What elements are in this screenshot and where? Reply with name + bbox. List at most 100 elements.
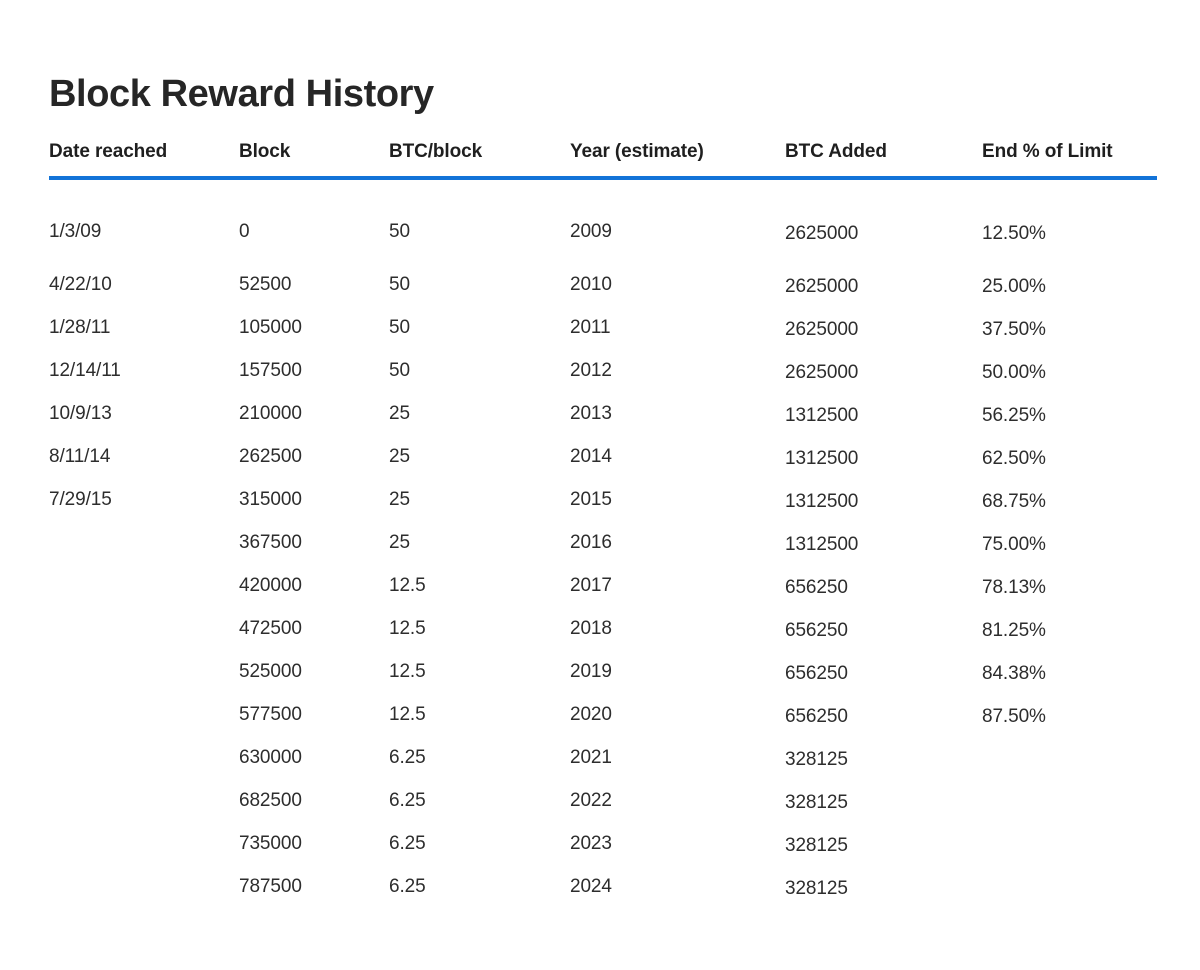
cell-pct: 75.00%: [982, 533, 1046, 555]
column-header-btc-per-block: BTC/block: [389, 141, 483, 162]
cell-date: 8/11/14: [49, 445, 111, 467]
cell-block: 787500: [239, 875, 302, 897]
cell-pct: 37.50%: [982, 318, 1046, 340]
cell-btc: 50: [389, 220, 410, 242]
cell-block: 315000: [239, 488, 302, 510]
column-header-end-pct-limit: End % of Limit: [982, 141, 1113, 162]
table-header-row: Date reached Block BTC/block Year (estim…: [49, 140, 1157, 178]
cell-pct: 78.13%: [982, 576, 1046, 598]
cell-pct: 87.50%: [982, 705, 1046, 727]
cell-pct: 62.50%: [982, 447, 1046, 469]
cell-btc: 12.5: [389, 703, 426, 725]
cell-block: 367500: [239, 531, 302, 553]
cell-date: [49, 736, 239, 779]
cell-date: 1/28/11: [49, 316, 111, 338]
cell-pct: [982, 738, 1157, 781]
cell-pct: [982, 824, 1157, 867]
table-row: 682500 6.25 2022 328125: [49, 779, 1157, 822]
cell-pct: [982, 781, 1157, 824]
cell-year: 2016: [570, 531, 612, 553]
table-row: 10/9/13 210000 25 2013 1312500 56.25%: [49, 392, 1157, 435]
cell-added: 656250: [785, 662, 848, 684]
block-reward-table: Date reached Block BTC/block Year (estim…: [49, 140, 1157, 908]
table-header: Date reached Block BTC/block Year (estim…: [49, 140, 1157, 178]
cell-block: 420000: [239, 574, 302, 596]
cell-added: 656250: [785, 619, 848, 641]
cell-year: 2009: [570, 220, 612, 242]
table-row: 525000 12.5 2019 656250 84.38%: [49, 650, 1157, 693]
cell-block: 157500: [239, 359, 302, 381]
cell-pct: 84.38%: [982, 662, 1046, 684]
cell-pct: 68.75%: [982, 490, 1046, 512]
cell-added: 2625000: [785, 275, 859, 297]
cell-btc: 25: [389, 402, 410, 424]
cell-btc: 6.25: [389, 832, 426, 854]
cell-block: 0: [239, 220, 250, 242]
cell-block: 577500: [239, 703, 302, 725]
cell-block: 525000: [239, 660, 302, 682]
cell-added: 1312500: [785, 447, 859, 469]
cell-added: 2625000: [785, 361, 859, 383]
cell-btc: 25: [389, 445, 410, 467]
cell-date: [49, 607, 239, 650]
cell-year: 2024: [570, 875, 612, 897]
cell-added: 1312500: [785, 404, 859, 426]
cell-date: 4/22/10: [49, 273, 112, 295]
table-row: 787500 6.25 2024 328125: [49, 865, 1157, 908]
table-row: 420000 12.5 2017 656250 78.13%: [49, 564, 1157, 607]
cell-year: 2012: [570, 359, 612, 381]
page-root: Block Reward History Date reached Block …: [0, 0, 1200, 970]
cell-date: [49, 822, 239, 865]
table-row: 735000 6.25 2023 328125: [49, 822, 1157, 865]
cell-year: 2021: [570, 746, 612, 768]
cell-added: 328125: [785, 748, 848, 770]
column-header-block: Block: [239, 141, 291, 162]
cell-date: 10/9/13: [49, 402, 112, 424]
cell-year: 2011: [570, 316, 611, 338]
table-row: 1/28/11 105000 50 2011 2625000 37.50%: [49, 306, 1157, 349]
cell-btc: 25: [389, 488, 410, 510]
cell-year: 2018: [570, 617, 612, 639]
table-row: 4/22/10 52500 50 2010 2625000 25.00%: [49, 263, 1157, 306]
cell-btc: 6.25: [389, 789, 426, 811]
column-header-year-estimate: Year (estimate): [570, 141, 704, 162]
cell-block: 682500: [239, 789, 302, 811]
table-row: 8/11/14 262500 25 2014 1312500 62.50%: [49, 435, 1157, 478]
cell-date: [49, 564, 239, 607]
cell-year: 2020: [570, 703, 612, 725]
cell-added: 328125: [785, 791, 848, 813]
cell-added: 2625000: [785, 222, 859, 244]
cell-btc: 50: [389, 273, 410, 295]
cell-added: 656250: [785, 576, 848, 598]
cell-date: 7/29/15: [49, 488, 112, 510]
cell-pct: 50.00%: [982, 361, 1046, 383]
table-row: 12/14/11 157500 50 2012 2625000 50.00%: [49, 349, 1157, 392]
cell-date: [49, 865, 239, 908]
cell-pct: 81.25%: [982, 619, 1046, 641]
cell-date: 1/3/09: [49, 220, 102, 242]
cell-btc: 6.25: [389, 746, 426, 768]
cell-btc: 50: [389, 359, 410, 381]
table-row: 577500 12.5 2020 656250 87.50%: [49, 693, 1157, 736]
column-header-btc-added: BTC Added: [785, 141, 887, 162]
cell-date: [49, 521, 239, 564]
page-title: Block Reward History: [49, 73, 434, 116]
table-row: 1/3/09 0 50 2009 2625000 12.50%: [49, 178, 1157, 263]
cell-date: [49, 693, 239, 736]
cell-year: 2013: [570, 402, 612, 424]
cell-year: 2022: [570, 789, 612, 811]
column-header-date-reached: Date reached: [49, 141, 168, 162]
cell-block: 630000: [239, 746, 302, 768]
cell-year: 2015: [570, 488, 612, 510]
cell-added: 328125: [785, 834, 848, 856]
cell-year: 2023: [570, 832, 612, 854]
cell-block: 52500: [239, 273, 292, 295]
cell-year: 2010: [570, 273, 612, 295]
table-body: 1/3/09 0 50 2009 2625000 12.50% 4/22/10 52500 50…: [49, 178, 1157, 908]
cell-pct: [982, 867, 1157, 910]
cell-btc: 12.5: [389, 574, 426, 596]
cell-block: 472500: [239, 617, 302, 639]
cell-btc: 25: [389, 531, 410, 553]
cell-btc: 50: [389, 316, 410, 338]
cell-btc: 12.5: [389, 617, 426, 639]
